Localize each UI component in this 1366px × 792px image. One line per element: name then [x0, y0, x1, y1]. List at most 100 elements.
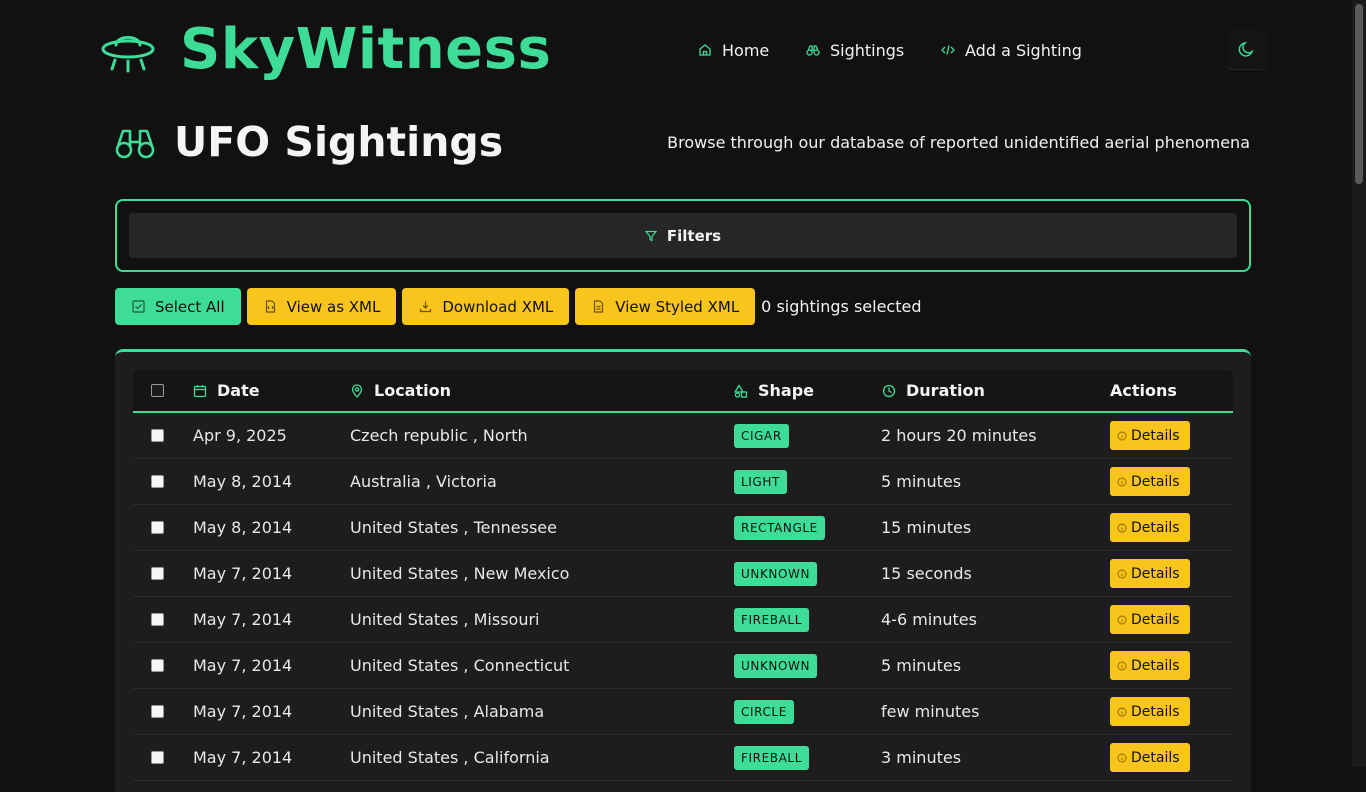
table-row[interactable]: May 7, 2014 United States , Alabama CIRCLE…: [133, 689, 1233, 735]
home-icon: [699, 44, 711, 56]
theme-toggle-button[interactable]: [1226, 30, 1267, 70]
row-select-checkbox[interactable]: [151, 751, 164, 764]
info-icon: [1117, 431, 1127, 440]
details-button[interactable]: Details: [1110, 467, 1190, 496]
row-location: United States , Alabama: [350, 702, 545, 721]
header-date[interactable]: Date: [193, 370, 260, 411]
shape-badge: FIREBALL: [734, 607, 809, 632]
header-date-label: Date: [217, 381, 260, 400]
row-select-checkbox[interactable]: [151, 429, 164, 442]
row-select-checkbox[interactable]: [151, 521, 164, 534]
details-button[interactable]: Details: [1110, 513, 1190, 542]
row-duration: 3 minutes: [881, 748, 962, 767]
file-styled-icon: [594, 300, 604, 313]
page-title: UFO Sightings: [174, 118, 504, 166]
header-duration[interactable]: Duration: [882, 370, 985, 411]
row-select-checkbox[interactable]: [151, 705, 164, 718]
row-select-checkbox[interactable]: [151, 475, 164, 488]
row-shape-cell: FIREBALL: [734, 735, 809, 780]
shapes-icon: [734, 383, 748, 398]
row-select-cell: [151, 413, 164, 458]
row-select-cell: [151, 689, 164, 734]
details-button[interactable]: Details: [1110, 697, 1190, 726]
row-actions-cell: Details: [1110, 689, 1190, 734]
table-row[interactable]: Apr 9, 2025 Czech republic , North CIGAR 2 …: [133, 413, 1233, 459]
scrollbar-thumb[interactable]: [1355, 4, 1363, 184]
row-shape-cell: CIRCLE: [734, 689, 794, 734]
row-shape-cell: CIGAR: [734, 413, 789, 458]
nav-home[interactable]: Home: [698, 41, 769, 60]
view-styled-xml-label: View Styled XML: [615, 297, 740, 316]
details-label: Details: [1131, 611, 1180, 628]
details-label: Details: [1131, 473, 1180, 490]
nav-sightings[interactable]: Sightings: [806, 41, 904, 60]
binoculars-icon: [806, 45, 820, 56]
details-label: Details: [1131, 519, 1180, 536]
download-xml-label: Download XML: [442, 297, 554, 316]
row-duration: 5 minutes: [881, 472, 962, 491]
table-row[interactable]: May 7, 2014 United States , Missouri FIREB…: [133, 597, 1233, 643]
shape-badge: FIREBALL: [734, 745, 809, 770]
row-date: May 7, 2014: [193, 702, 293, 721]
header-shape[interactable]: Shape: [734, 370, 814, 411]
shape-badge: UNKNOWN: [734, 561, 818, 586]
row-date: May 7, 2014: [193, 656, 293, 675]
brand-name[interactable]: SkyWitness: [180, 14, 551, 86]
row-select-checkbox[interactable]: [151, 659, 164, 672]
row-select-cell: [151, 735, 164, 780]
row-date: Apr 9, 2025: [193, 426, 287, 445]
nav-sightings-label: Sightings: [830, 40, 905, 60]
select-all-button[interactable]: Select All: [115, 288, 241, 325]
details-button[interactable]: Details: [1110, 743, 1190, 772]
map-pin-icon: [351, 383, 363, 398]
view-xml-button[interactable]: View as XML: [246, 288, 397, 325]
sightings-toolbar: Select All View as XML Download XML View…: [115, 288, 922, 325]
header-location-label: Location: [374, 381, 451, 400]
ufo-icon[interactable]: [100, 27, 156, 75]
header-location[interactable]: Location: [350, 370, 451, 411]
table-row[interactable]: May 7, 2014 United States , California FIR…: [133, 735, 1233, 781]
nav-add-sighting[interactable]: Add a Sighting: [941, 41, 1082, 60]
table-row[interactable]: May 7, 2014 United States , New Mexico UNK…: [133, 551, 1233, 597]
row-duration: 15 seconds: [881, 564, 972, 583]
page-scrollbar[interactable]: [1352, 0, 1366, 767]
shape-badge: RECTANGLE: [734, 515, 825, 540]
row-duration: 5 minutes: [881, 656, 962, 675]
filters-toggle[interactable]: Filters: [129, 213, 1237, 258]
row-duration: 4-6 minutes: [881, 610, 977, 629]
site-header: SkyWitness Home Sightings Add a Sighting: [0, 0, 1352, 100]
row-date: May 8, 2014: [193, 518, 293, 537]
header-select-checkbox[interactable]: [151, 384, 164, 397]
header-actions: Actions: [1110, 370, 1177, 411]
view-styled-xml-button[interactable]: View Styled XML: [575, 288, 756, 325]
row-select-checkbox[interactable]: [151, 567, 164, 580]
row-select-cell: [151, 505, 164, 550]
sightings-table: Date Location Shape Duration Actions Apr…: [133, 370, 1233, 781]
row-shape-cell: LIGHT: [734, 459, 787, 504]
nav-home-label: Home: [722, 40, 770, 60]
header-actions-label: Actions: [1110, 381, 1177, 400]
row-location: Australia , Victoria: [350, 472, 497, 491]
row-select-checkbox[interactable]: [151, 613, 164, 626]
details-button[interactable]: Details: [1110, 559, 1190, 588]
info-icon: [1117, 523, 1127, 532]
shape-badge: LIGHT: [734, 469, 787, 494]
info-icon: [1117, 477, 1127, 486]
row-shape-cell: UNKNOWN: [734, 643, 818, 688]
table-row[interactable]: May 8, 2014 Australia , Victoria LIGHT 5 mi…: [133, 459, 1233, 505]
info-icon: [1117, 569, 1127, 578]
table-row[interactable]: May 7, 2014 United States , Connecticut UN…: [133, 643, 1233, 689]
download-xml-button[interactable]: Download XML: [402, 288, 570, 325]
details-label: Details: [1131, 749, 1180, 766]
details-button[interactable]: Details: [1110, 651, 1190, 680]
details-button[interactable]: Details: [1110, 605, 1190, 634]
info-icon: [1117, 615, 1127, 624]
row-select-cell: [151, 597, 164, 642]
details-button[interactable]: Details: [1110, 421, 1190, 450]
row-actions-cell: Details: [1110, 505, 1190, 550]
shape-badge: CIGAR: [734, 423, 789, 448]
sightings-card: Date Location Shape Duration Actions Apr…: [115, 349, 1251, 792]
table-row[interactable]: May 8, 2014 United States , Tennessee RECT…: [133, 505, 1233, 551]
row-shape-cell: FIREBALL: [734, 597, 809, 642]
table-body: Apr 9, 2025 Czech republic , North CIGAR 2 …: [133, 413, 1233, 781]
